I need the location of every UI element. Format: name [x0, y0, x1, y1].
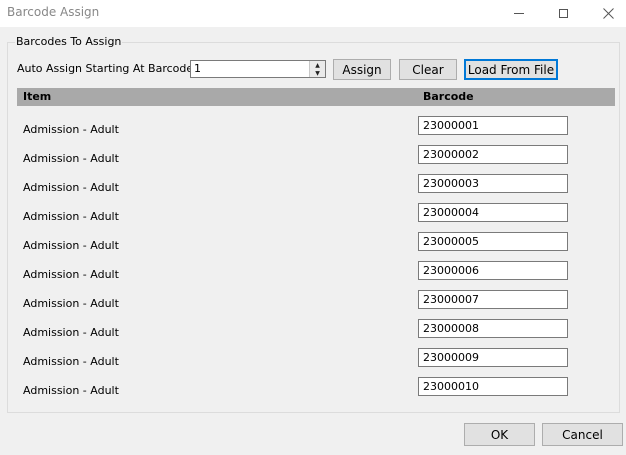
start-barcode-spinner[interactable]: 1 ▲ ▼ [190, 60, 326, 78]
barcode-input[interactable]: 23000002 [418, 145, 568, 164]
row-item-name: Admission - Adult [23, 297, 119, 310]
table-row: Admission - Adult 23000010 [17, 377, 615, 406]
row-item-name: Admission - Adult [23, 152, 119, 165]
table-row: Admission - Adult 23000007 [17, 290, 615, 319]
barcode-input[interactable]: 23000009 [418, 348, 568, 367]
ok-button[interactable]: OK [464, 423, 535, 446]
spinner-buttons: ▲ ▼ [309, 61, 325, 77]
groupbox-label: Barcodes To Assign [15, 35, 123, 48]
close-button[interactable] [586, 0, 626, 27]
barcode-input[interactable]: 23000001 [418, 116, 568, 135]
column-header-barcode[interactable]: Barcode [423, 90, 474, 103]
table-row: Admission - Adult 23000006 [17, 261, 615, 290]
table-row: Admission - Adult 23000001 [17, 116, 615, 145]
row-item-name: Admission - Adult [23, 384, 119, 397]
cancel-button[interactable]: Cancel [542, 423, 623, 446]
row-item-name: Admission - Adult [23, 123, 119, 136]
table-row: Admission - Adult 23000003 [17, 174, 615, 203]
close-icon [603, 8, 614, 19]
row-item-name: Admission - Adult [23, 326, 119, 339]
load-from-file-button[interactable]: Load From File [464, 59, 558, 80]
auto-assign-label: Auto Assign Starting At Barcode # [17, 62, 206, 75]
maximize-icon [559, 9, 568, 18]
barcode-input[interactable]: 23000004 [418, 203, 568, 222]
row-item-name: Admission - Adult [23, 355, 119, 368]
row-item-name: Admission - Adult [23, 181, 119, 194]
row-item-name: Admission - Adult [23, 239, 119, 252]
window-title: Barcode Assign [7, 5, 100, 19]
table-row: Admission - Adult 23000004 [17, 203, 615, 232]
barcode-input[interactable]: 23000007 [418, 290, 568, 309]
row-item-name: Admission - Adult [23, 210, 119, 223]
barcode-input[interactable]: 23000003 [418, 174, 568, 193]
table-row: Admission - Adult 23000008 [17, 319, 615, 348]
clear-button[interactable]: Clear [399, 59, 457, 80]
table-row: Admission - Adult 23000002 [17, 145, 615, 174]
grid-header: Item Barcode [17, 88, 615, 106]
barcode-input[interactable]: 23000010 [418, 377, 568, 396]
barcode-input[interactable]: 23000005 [418, 232, 568, 251]
row-item-name: Admission - Adult [23, 268, 119, 281]
barcode-input[interactable]: 23000006 [418, 261, 568, 280]
barcode-assign-window: Barcode Assign Barcodes To Assign Auto A… [0, 0, 626, 455]
minimize-button[interactable] [496, 0, 541, 27]
start-barcode-value[interactable]: 1 [194, 62, 201, 75]
barcode-input[interactable]: 23000008 [418, 319, 568, 338]
column-header-item[interactable]: Item [23, 90, 51, 103]
chevron-down-icon[interactable]: ▼ [310, 69, 325, 77]
assign-button[interactable]: Assign [333, 59, 391, 80]
minimize-icon [513, 13, 524, 14]
table-row: Admission - Adult 23000005 [17, 232, 615, 261]
title-bar: Barcode Assign [0, 0, 626, 27]
maximize-button[interactable] [541, 0, 586, 27]
table-row: Admission - Adult 23000009 [17, 348, 615, 377]
